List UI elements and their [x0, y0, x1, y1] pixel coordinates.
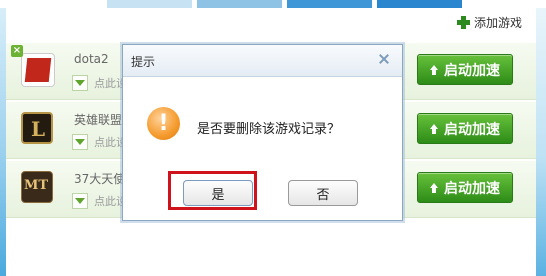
top-tab-segment: [377, 0, 462, 8]
top-tab-segment: [287, 0, 372, 8]
chevron-down-icon: [72, 134, 88, 150]
37-angel-icon: MT: [21, 171, 53, 203]
start-boost-button[interactable]: 启动加速: [417, 113, 513, 144]
confirm-dialog: 提示 ! 是否要删除该游戏记录？ 是 否: [122, 44, 403, 221]
upload-arrow-icon: [430, 182, 438, 193]
game-settings-hint[interactable]: 点此设: [72, 134, 127, 150]
plus-icon: [456, 16, 470, 29]
add-game-button[interactable]: 添加游戏: [456, 14, 522, 31]
game-settings-hint[interactable]: 点此设: [72, 193, 127, 209]
warning-icon: !: [147, 107, 180, 140]
start-boost-button[interactable]: 启动加速: [417, 54, 513, 85]
top-tab-segment: [197, 0, 282, 8]
chevron-down-icon: [72, 193, 88, 209]
game-settings-hint[interactable]: 点此设: [72, 75, 127, 91]
start-boost-button[interactable]: 启动加速: [417, 172, 513, 203]
start-boost-label: 启动加速: [444, 180, 500, 197]
upload-arrow-icon: [430, 64, 438, 75]
window-right-edge: [536, 8, 546, 276]
top-tab-segment: [107, 0, 192, 8]
game-name: 37大天使: [74, 172, 126, 186]
lol-icon: L: [21, 112, 53, 144]
no-button[interactable]: 否: [288, 180, 358, 206]
game-name: 英雄联盟: [74, 113, 123, 127]
dialog-message: 是否要删除该游戏记录？: [197, 122, 341, 137]
delete-game-icon[interactable]: ×: [11, 45, 23, 57]
yes-button[interactable]: 是: [183, 180, 253, 206]
start-boost-label: 启动加速: [444, 121, 500, 138]
game-name: dota2: [74, 52, 109, 66]
start-boost-label: 启动加速: [444, 62, 500, 79]
top-strip: [0, 0, 546, 8]
dota2-icon: [21, 53, 55, 87]
add-game-label: 添加游戏: [473, 16, 522, 30]
upload-arrow-icon: [430, 123, 438, 134]
chevron-down-icon: [72, 75, 88, 91]
dialog-title: 提示: [131, 55, 156, 69]
close-icon[interactable]: [378, 53, 390, 65]
dialog-titlebar: 提示: [123, 45, 402, 77]
